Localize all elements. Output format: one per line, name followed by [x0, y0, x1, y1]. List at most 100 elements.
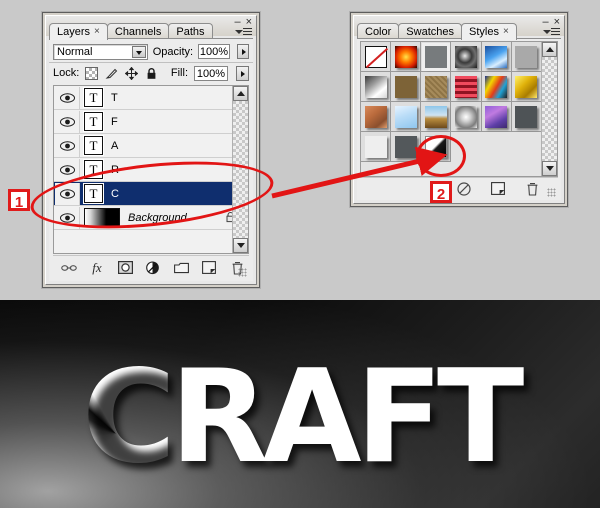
medium-gray-style[interactable] [394, 135, 417, 158]
style-swatch-cell[interactable] [481, 72, 512, 102]
layer-thumbnail-text-icon[interactable]: T [84, 184, 103, 203]
scroll-down-icon[interactable] [233, 238, 248, 253]
scroll-down-icon[interactable] [542, 161, 557, 176]
layer-list-scrollbar[interactable] [232, 86, 248, 253]
violet-grid-style[interactable] [485, 105, 508, 128]
lock-position-move-icon[interactable] [125, 66, 139, 80]
style-swatch-cell[interactable] [511, 102, 542, 132]
tan-texture-style[interactable] [424, 75, 447, 98]
table-row[interactable]: T F [54, 110, 248, 134]
black-white-gradient-style[interactable] [424, 135, 447, 158]
style-swatch-cell[interactable] [391, 72, 422, 102]
styles-panel-menu-icon[interactable] [542, 27, 560, 38]
chrome-fade-style[interactable] [364, 75, 387, 98]
blend-mode-dropdown-icon[interactable] [131, 45, 146, 58]
ice-blue-style[interactable] [394, 105, 417, 128]
tab-styles-close-icon[interactable]: × [503, 27, 509, 37]
table-row[interactable]: T R [54, 158, 248, 182]
layer-name[interactable]: R [111, 164, 119, 176]
table-row-selected[interactable]: T C [54, 182, 248, 206]
style-swatch-cell[interactable] [451, 42, 482, 72]
tab-layers-close-icon[interactable]: × [94, 27, 100, 37]
blue-sky-style[interactable] [485, 45, 508, 68]
basic-drop-shadow-style[interactable] [424, 45, 447, 68]
tab-styles[interactable]: Styles × [461, 23, 517, 40]
dark-gray-style[interactable] [515, 105, 538, 128]
opacity-input[interactable]: 100% [198, 44, 230, 59]
layer-name[interactable]: T [111, 92, 118, 104]
lock-transparent-pixels-icon[interactable] [85, 66, 99, 80]
style-swatch-cell[interactable] [361, 102, 392, 132]
style-swatch-cell[interactable] [421, 102, 452, 132]
layer-visibility-toggle[interactable] [55, 158, 80, 181]
red-stripes-style[interactable] [455, 75, 478, 98]
layer-thumbnail-text-icon[interactable]: T [84, 136, 103, 155]
style-swatch-cell[interactable] [361, 42, 392, 72]
fill-input[interactable]: 100% [194, 65, 228, 81]
style-swatch-cell[interactable] [481, 42, 512, 72]
add-layer-mask-icon[interactable] [117, 260, 133, 276]
table-row[interactable]: T T [54, 86, 248, 110]
style-swatch-cell[interactable] [451, 72, 482, 102]
new-style-icon[interactable] [490, 181, 506, 197]
noise-speckle-style[interactable] [455, 105, 478, 128]
style-swatch-cell[interactable] [451, 102, 482, 132]
styles-scrollbar[interactable] [541, 42, 557, 176]
layer-thumbnail-text-icon[interactable]: T [84, 112, 103, 131]
sun-faded-style[interactable] [394, 45, 417, 68]
colorful-paint-style[interactable] [485, 75, 508, 98]
lock-image-pixels-brush-icon[interactable] [105, 67, 118, 80]
layer-name[interactable]: F [111, 116, 118, 128]
table-row[interactable]: Background [54, 206, 248, 230]
layer-visibility-toggle[interactable] [55, 182, 80, 205]
layer-thumbnail-background[interactable] [84, 208, 120, 227]
scroll-up-icon[interactable] [233, 86, 248, 101]
layer-style-fx-icon[interactable]: fx [89, 260, 105, 276]
style-swatch-cell[interactable] [511, 72, 542, 102]
sunset-field-style[interactable] [424, 105, 447, 128]
layer-name[interactable]: C [111, 188, 119, 200]
blend-mode-select[interactable]: Normal [53, 43, 148, 60]
style-swatch-cell[interactable] [481, 102, 512, 132]
layer-thumbnail-text-icon[interactable]: T [84, 160, 103, 179]
style-swatch-cell[interactable] [361, 132, 392, 162]
style-swatch-cell[interactable] [361, 72, 392, 102]
style-swatch-cell[interactable] [421, 72, 452, 102]
gold-bevel-style[interactable] [515, 75, 538, 98]
styles-swatch-area[interactable] [360, 41, 558, 177]
delete-style-trash-icon[interactable] [524, 181, 540, 197]
opacity-slider-arrow-icon[interactable] [236, 44, 249, 59]
layer-visibility-toggle[interactable] [55, 206, 80, 229]
resize-grip[interactable] [547, 188, 556, 197]
layer-visibility-toggle[interactable] [55, 134, 80, 157]
resize-grip[interactable] [238, 268, 247, 277]
layer-visibility-toggle[interactable] [55, 86, 80, 109]
style-swatch-cell[interactable] [511, 42, 542, 72]
link-layers-icon[interactable] [61, 260, 77, 276]
clear-style-icon[interactable] [456, 181, 472, 197]
layer-list[interactable]: T T T F T A T R T C Background [53, 85, 249, 254]
gray-flat-style[interactable] [515, 45, 538, 68]
tab-layers[interactable]: Layers × [49, 23, 108, 40]
style-swatch-cell[interactable] [391, 42, 422, 72]
layer-name[interactable]: A [111, 140, 118, 152]
table-row[interactable]: T A [54, 134, 248, 158]
layer-thumbnail-text-icon[interactable]: T [84, 88, 103, 107]
style-swatch-cell[interactable] [421, 132, 452, 162]
new-fill-adjustment-layer-icon[interactable] [145, 260, 161, 276]
layer-visibility-toggle[interactable] [55, 110, 80, 133]
fill-slider-arrow-icon[interactable] [236, 65, 249, 81]
default-none[interactable] [364, 45, 387, 68]
dark-ripple-style[interactable] [455, 45, 478, 68]
style-swatch-cell[interactable] [421, 42, 452, 72]
lock-all-padlock-icon[interactable] [145, 67, 158, 80]
white-flat-style[interactable] [364, 135, 387, 158]
layers-panel-menu-icon[interactable] [234, 27, 252, 38]
layer-name[interactable]: Background [128, 212, 187, 224]
style-swatch-cell[interactable] [391, 132, 422, 162]
brown-matte-style[interactable] [394, 75, 417, 98]
new-layer-icon[interactable] [201, 260, 217, 276]
rust-gradient-style[interactable] [364, 105, 387, 128]
scroll-up-icon[interactable] [542, 42, 557, 57]
style-swatch-cell[interactable] [391, 102, 422, 132]
